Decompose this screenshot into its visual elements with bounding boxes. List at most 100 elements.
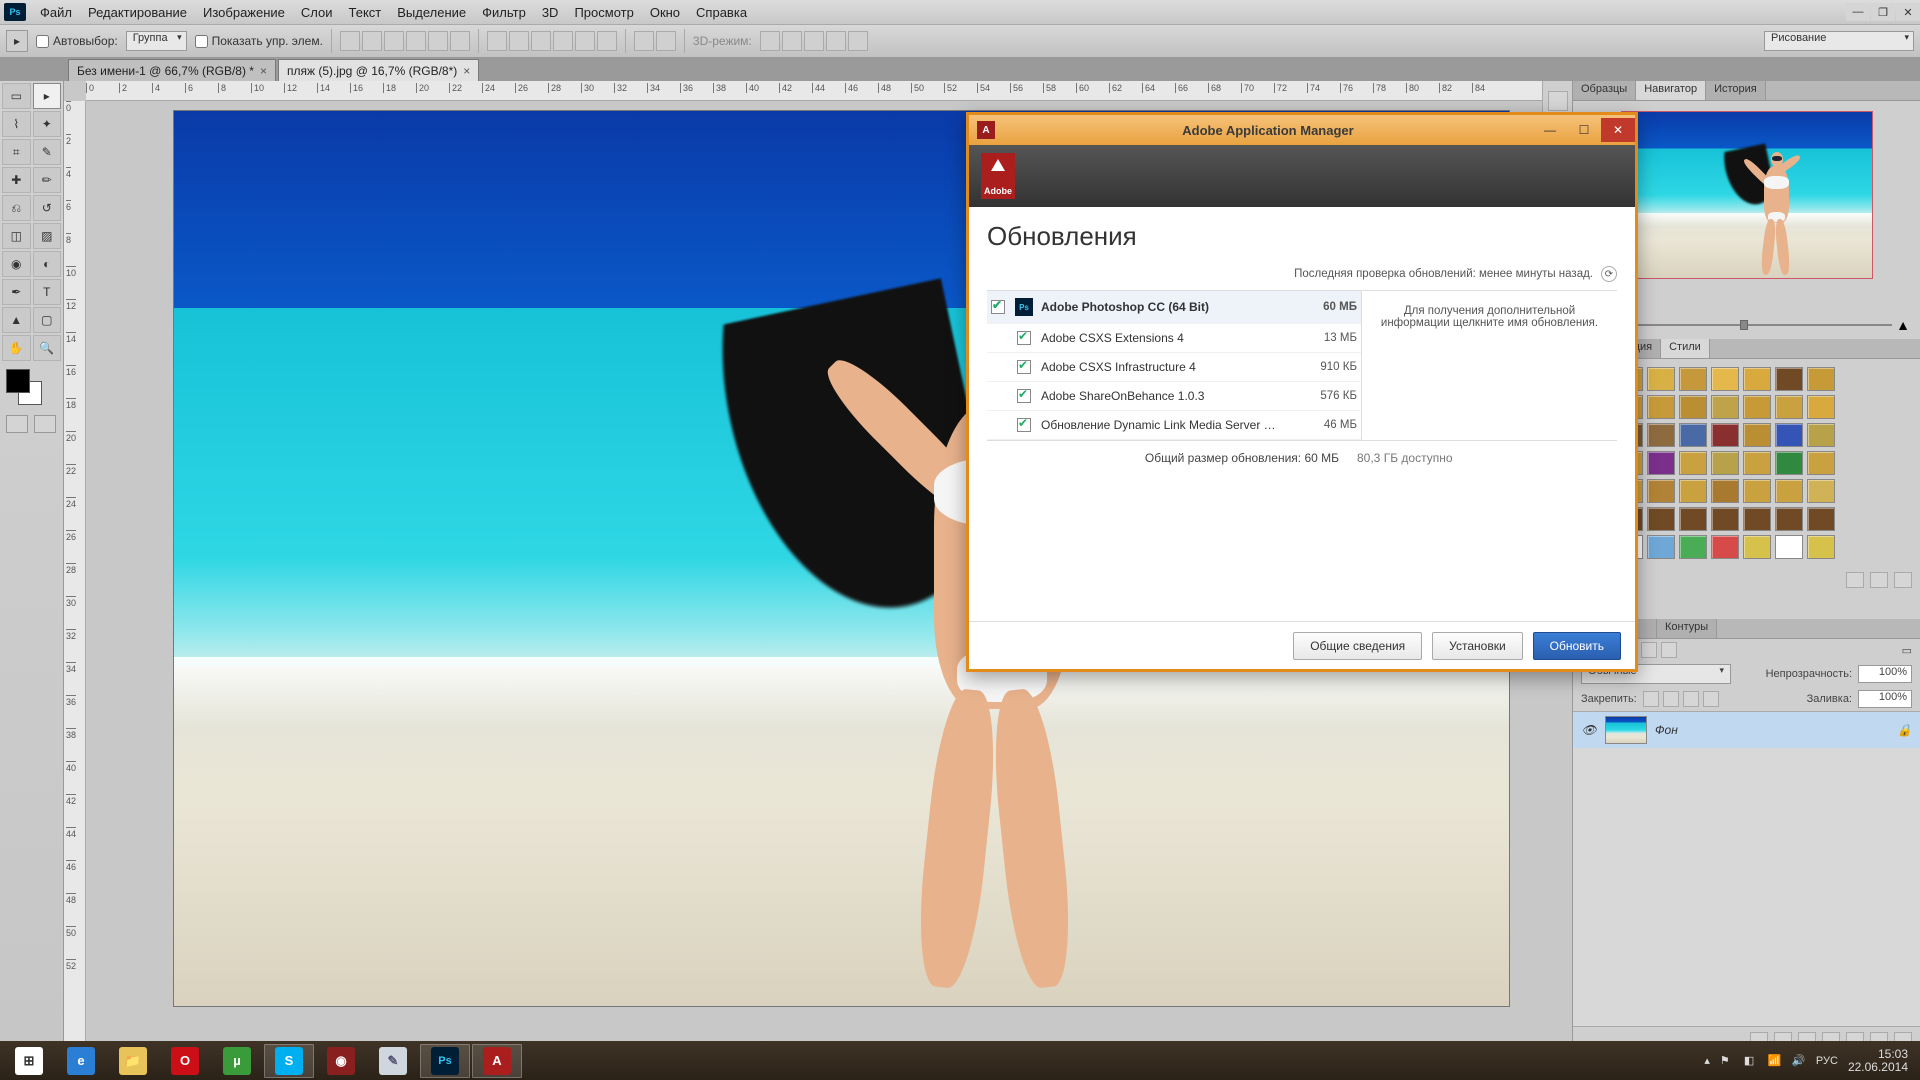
update-row[interactable]: PsAdobe Photoshop CC (64 Bit)60 МБ [987, 291, 1361, 324]
update-row[interactable]: Обновление Dynamic Link Media Server …46… [987, 411, 1361, 440]
tray-chevron-icon[interactable]: ▴ [1704, 1054, 1710, 1067]
gradient-tool[interactable]: ▨ [33, 223, 62, 249]
style-swatch[interactable] [1711, 535, 1739, 559]
distribute-icon[interactable] [487, 31, 507, 51]
panel-tab-navigator[interactable]: Навигатор [1636, 81, 1706, 100]
distribute-icon[interactable] [597, 31, 617, 51]
style-swatch[interactable] [1711, 479, 1739, 503]
style-swatch[interactable] [1679, 507, 1707, 531]
quick-select-tool[interactable]: ✦ [33, 111, 62, 137]
taskbar-app-button[interactable]: ◉ [316, 1044, 366, 1078]
style-swatch[interactable] [1679, 395, 1707, 419]
menu-item[interactable]: 3D [534, 0, 567, 25]
brush-tool[interactable]: ✏ [33, 167, 62, 193]
zoom-tool[interactable]: 🔍 [33, 335, 62, 361]
style-swatch[interactable] [1711, 451, 1739, 475]
panel-footer-icon[interactable] [1846, 572, 1864, 588]
distribute-icon[interactable] [575, 31, 595, 51]
pen-tool[interactable]: ✒ [2, 279, 31, 305]
tray-clock[interactable]: 15:03 22.06.2014 [1848, 1048, 1908, 1074]
layer-thumbnail[interactable] [1605, 716, 1647, 744]
style-swatch[interactable] [1807, 395, 1835, 419]
style-swatch[interactable] [1711, 507, 1739, 531]
update-checkbox[interactable] [1017, 331, 1031, 345]
style-swatch[interactable] [1743, 367, 1771, 391]
distribute-icon[interactable] [553, 31, 573, 51]
dodge-tool[interactable]: ◐ [33, 251, 62, 277]
autoselect-target-select[interactable]: Группа [126, 31, 187, 51]
zoom-in-icon[interactable]: ▲ [1896, 317, 1910, 333]
lock-icon[interactable] [1683, 691, 1699, 707]
lasso-tool[interactable]: ⌇ [2, 111, 31, 137]
style-swatch[interactable] [1711, 423, 1739, 447]
dialog-maximize-button[interactable]: ☐ [1567, 118, 1601, 142]
tray-network-icon[interactable]: 📶 [1768, 1054, 1782, 1068]
style-swatch[interactable] [1679, 367, 1707, 391]
lock-icon[interactable] [1663, 691, 1679, 707]
style-swatch[interactable] [1775, 479, 1803, 503]
taskbar-skype-button[interactable]: S [264, 1044, 314, 1078]
style-swatch[interactable] [1743, 507, 1771, 531]
style-swatch[interactable] [1807, 367, 1835, 391]
style-swatch[interactable] [1647, 507, 1675, 531]
history-brush-tool[interactable]: ↺ [33, 195, 62, 221]
taskbar-opera-button[interactable]: O [160, 1044, 210, 1078]
settings-button[interactable]: Установки [1432, 632, 1522, 660]
stamp-tool[interactable]: ⎌ [2, 195, 31, 221]
panel-tab-paths[interactable]: Контуры [1657, 619, 1717, 638]
update-checkbox[interactable] [991, 300, 1005, 314]
opacity-input[interactable]: 100% [1858, 665, 1912, 683]
style-swatch[interactable] [1775, 423, 1803, 447]
style-swatch[interactable] [1807, 451, 1835, 475]
taskbar-photoshop-button[interactable]: Ps [420, 1044, 470, 1078]
lock-icon[interactable] [1643, 691, 1659, 707]
mode3d-icon[interactable] [804, 31, 824, 51]
distribute-icon[interactable] [509, 31, 529, 51]
autoselect-checkbox[interactable]: Автовыбор: [36, 34, 118, 48]
style-swatch[interactable] [1679, 479, 1707, 503]
style-swatch[interactable] [1743, 451, 1771, 475]
type-tool[interactable]: T [33, 279, 62, 305]
style-swatch[interactable] [1743, 479, 1771, 503]
crop-tool[interactable]: ⌗ [2, 139, 31, 165]
align-icon[interactable] [340, 31, 360, 51]
menu-item[interactable]: Окно [642, 0, 688, 25]
tray-volume-icon[interactable]: 🔊 [1792, 1054, 1806, 1068]
dialog-close-button[interactable]: ✕ [1601, 118, 1635, 142]
style-swatch[interactable] [1743, 423, 1771, 447]
dialog-titlebar[interactable]: A Adobe Application Manager — ☐ ✕ [969, 115, 1635, 145]
style-swatch[interactable] [1711, 395, 1739, 419]
align-icon[interactable] [384, 31, 404, 51]
lock-icon[interactable] [1703, 691, 1719, 707]
style-swatch[interactable] [1679, 535, 1707, 559]
refresh-icon[interactable]: ⟳ [1601, 266, 1617, 282]
hand-tool[interactable]: ✋ [2, 335, 31, 361]
menu-item[interactable]: Фильтр [474, 0, 534, 25]
fill-input[interactable]: 100% [1858, 690, 1912, 708]
update-checkbox[interactable] [1017, 360, 1031, 374]
menu-item[interactable]: Слои [293, 0, 341, 25]
align-icon[interactable] [406, 31, 426, 51]
style-swatch[interactable] [1679, 423, 1707, 447]
menu-item[interactable]: Просмотр [566, 0, 641, 25]
info-button[interactable]: Общие сведения [1293, 632, 1422, 660]
window-close-button[interactable]: ✕ [1896, 3, 1920, 21]
distribute-icon[interactable] [531, 31, 551, 51]
document-tab[interactable]: Без имени-1 @ 66,7% (RGB/8) *× [68, 59, 276, 81]
filter-toggle[interactable]: ▭ [1902, 644, 1912, 657]
dialog-minimize-button[interactable]: — [1533, 118, 1567, 142]
tray-icon[interactable]: ◧ [1744, 1054, 1758, 1068]
menu-item[interactable]: Текст [341, 0, 390, 25]
blur-tool[interactable]: ◉ [2, 251, 31, 277]
window-restore-button[interactable]: ❐ [1871, 3, 1895, 21]
tray-icon[interactable]: ⚑ [1720, 1054, 1734, 1068]
close-tab-icon[interactable]: × [260, 64, 267, 78]
start-button[interactable]: ⊞ [4, 1044, 54, 1078]
style-swatch[interactable] [1775, 451, 1803, 475]
style-swatch[interactable] [1775, 535, 1803, 559]
style-swatch[interactable] [1647, 535, 1675, 559]
close-tab-icon[interactable]: × [463, 64, 470, 78]
taskbar-ie-button[interactable]: e [56, 1044, 106, 1078]
foreground-color-swatch[interactable] [6, 369, 30, 393]
style-swatch[interactable] [1647, 367, 1675, 391]
